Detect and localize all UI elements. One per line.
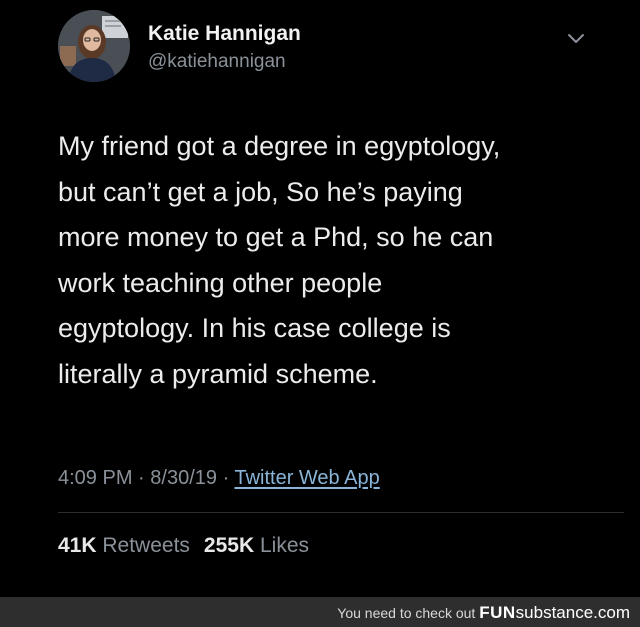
tweet-text-line: egyptology. In his case college is bbox=[58, 313, 451, 343]
avatar[interactable] bbox=[58, 10, 130, 82]
tweet-text-line: work teaching other people bbox=[58, 267, 383, 298]
tweet-text-line: more money to get a Phd, so he can bbox=[58, 222, 494, 252]
tweet-time[interactable]: 4:09 PM bbox=[58, 467, 132, 489]
watermark-brand-bold: FUN bbox=[479, 603, 516, 622]
display-name[interactable]: Katie Hannigan bbox=[148, 22, 301, 46]
chevron-down-icon[interactable] bbox=[564, 28, 588, 48]
retweets-count: 41K bbox=[58, 534, 97, 557]
retweets-stat[interactable]: 41K Retweets bbox=[58, 534, 190, 557]
meta-separator: · bbox=[138, 467, 145, 489]
tweet-text-line: literally a pyramid scheme. bbox=[58, 358, 378, 389]
tweet-source-link[interactable]: Twitter Web App bbox=[234, 467, 379, 489]
tweet-card: Katie Hannigan @katiehannigan My friend … bbox=[0, 0, 640, 597]
meta-separator: · bbox=[222, 467, 230, 489]
tweet-date[interactable]: 8/30/19 bbox=[150, 467, 217, 489]
retweets-label: Retweets bbox=[102, 534, 190, 557]
tweet-meta: 4:09 PM · 8/30/19 · Twitter Web App bbox=[58, 467, 380, 490]
watermark-brand: FUNsubstance.com bbox=[479, 603, 630, 622]
watermark-brand-rest: substance bbox=[515, 603, 594, 622]
tweet-text-line: but can’t get a job, So he’s paying bbox=[58, 176, 463, 207]
likes-label: Likes bbox=[259, 534, 309, 557]
watermark-prefix: You need to check out bbox=[337, 605, 476, 621]
engagement-stats: 41K Retweets 255K Likes bbox=[58, 534, 309, 558]
likes-stat[interactable]: 255K Likes bbox=[204, 534, 309, 557]
watermark-text: You need to check out FUNsubstance.com bbox=[337, 603, 630, 623]
tweet-text: My friend got a degree in egyptology, bu… bbox=[58, 124, 618, 397]
likes-count: 255K bbox=[203, 534, 255, 557]
tweet-text-line: My friend got a degree in egyptology, bbox=[58, 131, 501, 161]
watermark-brand-suffix: .com bbox=[593, 603, 630, 622]
watermark-bar: You need to check out FUNsubstance.com bbox=[0, 597, 640, 627]
divider bbox=[58, 512, 624, 513]
avatar-image bbox=[58, 10, 130, 82]
user-handle[interactable]: @katiehannigan bbox=[148, 51, 286, 73]
